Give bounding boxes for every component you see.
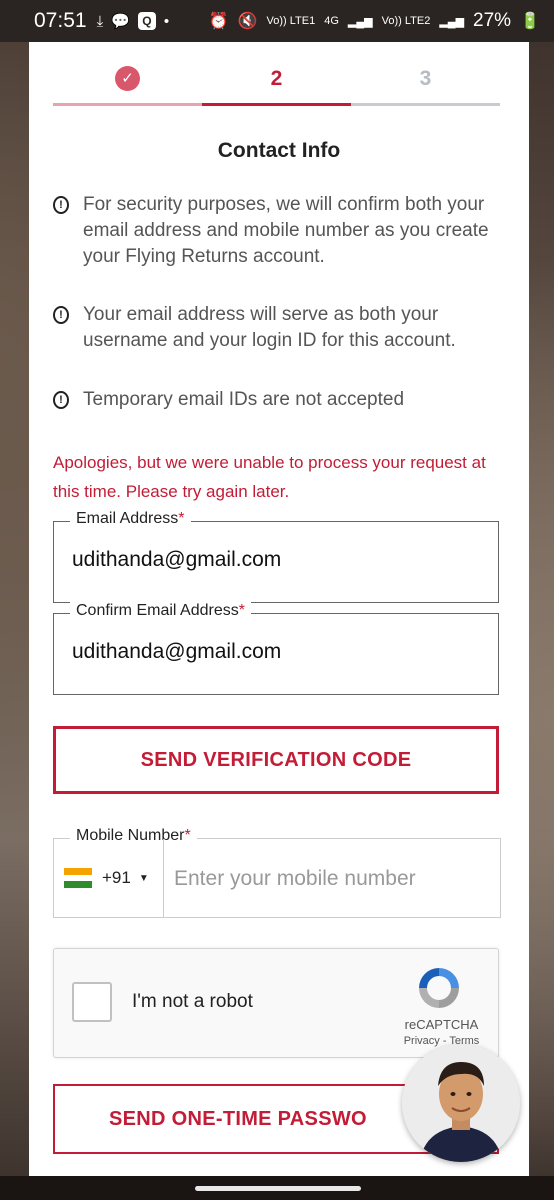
step-2[interactable]: 2 — [202, 56, 351, 106]
info-icon: ! — [53, 306, 69, 324]
recaptcha-checkbox[interactable] — [72, 982, 112, 1022]
system-nav-bar — [0, 1176, 554, 1200]
contact-info-card: ✓ 2 3 Contact Info ! For security purpos… — [29, 42, 529, 1176]
battery-icon: 🔋 — [520, 13, 540, 30]
email-label: Email Address* — [70, 510, 191, 528]
signal-bars-icon: ▂▄▆ — [347, 15, 373, 28]
country-code-select[interactable]: +91 ▼ — [54, 839, 164, 917]
step-1[interactable]: ✓ — [53, 56, 202, 106]
recaptcha-label: I'm not a robot — [132, 991, 253, 1012]
email-field[interactable]: Email Address* udithanda@gmail.com — [53, 510, 499, 603]
confirm-email-field[interactable]: Confirm Email Address* udithanda@gmail.c… — [53, 602, 499, 695]
app-badge-icon: Q — [137, 12, 156, 30]
step-3[interactable]: 3 — [351, 56, 500, 106]
status-bar: 07:51 ⤓ 💬 Q • ⏰ 🔇 Vo)) LTE1 4G ▂▄▆ Vo)) … — [0, 0, 554, 42]
info-text: Your email address will serve as both yo… — [83, 304, 456, 351]
page-title: Contact Info — [217, 139, 341, 162]
alarm-icon: ⏰ — [208, 13, 229, 30]
status-right: ⏰ 🔇 Vo)) LTE1 4G ▂▄▆ Vo)) LTE2 ▂▄▆ 27% 🔋 — [209, 10, 540, 32]
recaptcha-privacy-link[interactable]: Privacy — [404, 1035, 440, 1047]
step-2-bar — [202, 103, 351, 106]
email-value[interactable]: udithanda@gmail.com — [72, 548, 281, 572]
mute-icon: 🔇 — [237, 13, 258, 30]
signal1-label: Vo)) LTE1 — [266, 15, 316, 27]
recaptcha-widget: I'm not a robot reCAPTCHA Privacy - Term… — [53, 948, 499, 1058]
stepper: ✓ 2 3 — [53, 56, 501, 106]
send-verification-code-button[interactable]: SEND VERIFICATION CODE — [53, 726, 499, 794]
signal2-label: Vo)) LTE2 — [381, 15, 431, 27]
info-item: ! For security purposes, we will confirm… — [53, 192, 503, 270]
step-2-number: 2 — [270, 67, 283, 90]
confirm-email-value[interactable]: udithanda@gmail.com — [72, 640, 281, 664]
chat-icon: 💬 — [111, 13, 130, 30]
step-3-bar — [351, 103, 500, 106]
info-item: ! Your email address will serve as both … — [53, 302, 503, 354]
info-icon: ! — [53, 391, 69, 409]
dot-icon: • — [163, 12, 170, 30]
status-time: 07:51 — [34, 9, 87, 32]
signal-bars-icon-2: ▂▄▆ — [439, 15, 465, 28]
check-icon: ✓ — [115, 66, 140, 91]
info-text: For security purposes, we will confirm b… — [83, 194, 489, 267]
download-icon: ⤓ — [96, 12, 104, 30]
network-label: 4G — [324, 15, 339, 27]
recaptcha-brand: reCAPTCHA — [404, 1017, 479, 1032]
home-gesture-bar[interactable] — [195, 1186, 361, 1191]
mobile-number-field: Mobile Number* +91 ▼ — [53, 827, 501, 919]
error-message: Apologies, but we were unable to process… — [53, 453, 486, 501]
mobile-number-input[interactable] — [172, 839, 496, 919]
info-text: Temporary email IDs are not accepted — [83, 389, 405, 410]
info-icon: ! — [53, 196, 69, 214]
assistant-avatar-icon — [402, 1044, 520, 1162]
info-item: ! Temporary email IDs are not accepted — [53, 387, 503, 413]
caret-down-icon: ▼ — [138, 872, 149, 884]
battery-percent: 27% — [473, 10, 512, 31]
india-flag-icon — [64, 868, 92, 889]
status-notifications: ⤓ 💬 Q • — [96, 12, 170, 30]
step-1-bar — [53, 103, 202, 106]
chat-assistant-avatar[interactable] — [402, 1044, 520, 1162]
recaptcha-logo-icon — [419, 968, 459, 1008]
country-code: +91 — [102, 868, 131, 887]
confirm-email-label: Confirm Email Address* — [70, 602, 251, 620]
step-3-number: 3 — [419, 67, 432, 90]
